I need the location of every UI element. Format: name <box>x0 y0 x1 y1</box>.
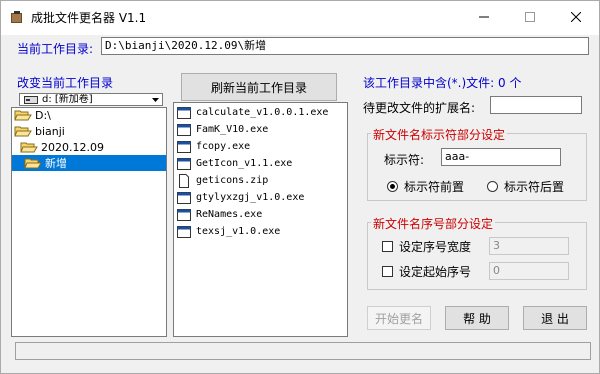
exe-file-icon <box>176 191 192 205</box>
list-item[interactable]: ReNames.exe <box>176 206 262 223</box>
marker-group-title: 新文件名标示符部分设定 <box>371 126 508 143</box>
current-dir-field[interactable]: D:\bianji\2020.12.09\新增 <box>101 37 589 55</box>
minimize-icon <box>479 16 489 18</box>
open-folder-icon <box>24 156 42 170</box>
checkbox-seq-width[interactable]: 设定序号宽度 <box>382 238 471 255</box>
checkbox-seq-start[interactable]: 设定起始序号 <box>382 263 471 280</box>
chevron-down-icon[interactable] <box>148 94 162 105</box>
current-dir-label: 当前工作目录: <box>17 42 94 56</box>
change-dir-label: 改变当前工作目录 <box>17 76 114 90</box>
minimize-button[interactable] <box>461 1 507 33</box>
file-name: texsj_v1.0.exe <box>196 226 281 237</box>
exe-file-icon <box>176 225 192 239</box>
list-item[interactable]: texsj_v1.0.exe <box>176 223 280 240</box>
drive-icon <box>24 96 38 105</box>
file-name: ReNames.exe <box>196 209 263 220</box>
list-item[interactable]: GetIcon_v1.1.exe <box>176 155 292 172</box>
checkbox-label: 设定起始序号 <box>399 265 472 279</box>
list-item[interactable]: fcopy.exe <box>176 138 250 155</box>
ext-input[interactable] <box>490 96 582 114</box>
ext-count-info: 该工作目录中含(*.)文件: 0 个 <box>363 76 522 90</box>
file-name: gtylyxzgj_v1.0.exe <box>196 192 305 203</box>
dir-item-selected[interactable]: 新增 <box>12 155 166 171</box>
app-icon <box>9 10 25 26</box>
dir-item-label: 2020.12.09 <box>41 140 104 154</box>
window-title: 成批文件更名器 V1.1 <box>31 11 147 25</box>
checkbox-icon <box>382 266 393 277</box>
file-name: geticons.zip <box>196 175 269 186</box>
seq-width-input[interactable]: 3 <box>489 237 569 255</box>
title-bar: 成批文件更名器 V1.1 <box>1 1 599 35</box>
maximize-icon <box>525 12 535 22</box>
dir-item-root[interactable]: D:\ <box>14 107 51 123</box>
start-rename-button[interactable]: 开始更名 <box>367 306 431 330</box>
drive-select[interactable]: d: [新加卷] <box>19 93 163 106</box>
list-item[interactable]: FamK_V10.exe <box>176 121 268 138</box>
exe-file-icon <box>176 208 192 222</box>
radio-selected-icon <box>387 181 398 192</box>
checkbox-label: 设定序号宽度 <box>399 240 472 254</box>
marker-input[interactable]: aaa- <box>441 148 561 166</box>
checkbox-icon <box>382 241 393 252</box>
refresh-button[interactable]: 刷新当前工作目录 <box>181 73 337 101</box>
file-name: FamK_V10.exe <box>196 124 269 135</box>
file-name: calculate_v1.0.0.1.exe <box>196 107 329 118</box>
exe-file-icon <box>176 106 192 120</box>
list-item[interactable]: calculate_v1.0.0.1.exe <box>176 104 328 121</box>
radio-marker-back[interactable]: 标示符后置 <box>487 178 564 195</box>
marker-label: 标示符: <box>384 153 425 167</box>
status-bar <box>15 342 591 360</box>
close-button[interactable] <box>553 1 599 33</box>
document-file-icon <box>176 173 192 188</box>
dir-item-label: 新增 <box>45 157 67 170</box>
radio-marker-front[interactable]: 标示符前置 <box>387 178 464 195</box>
file-name: GetIcon_v1.1.exe <box>196 158 293 169</box>
dir-item-label: bianji <box>35 124 65 138</box>
seq-start-input[interactable]: 0 <box>489 262 569 280</box>
radio-label: 标示符前置 <box>404 180 465 194</box>
exe-file-icon <box>176 157 192 171</box>
dir-item-bianji[interactable]: bianji <box>14 123 65 139</box>
exit-button[interactable]: 退 出 <box>523 306 587 330</box>
open-folder-icon <box>20 140 38 154</box>
exe-file-icon <box>176 123 192 137</box>
help-button[interactable]: 帮 助 <box>445 306 509 330</box>
app-window: 成批文件更名器 V1.1 当前工作目录: D:\bianji\2020.12.0… <box>0 0 600 374</box>
dir-item-label: D:\ <box>35 108 51 122</box>
drive-select-value: d: [新加卷] <box>42 94 93 105</box>
maximize-button[interactable] <box>507 1 553 33</box>
file-name: fcopy.exe <box>196 141 251 152</box>
close-icon <box>571 12 581 22</box>
dir-item-date[interactable]: 2020.12.09 <box>20 139 104 155</box>
exe-file-icon <box>176 140 192 154</box>
directory-tree[interactable]: D:\ bianji 2020.12.09 新增 <box>11 107 167 337</box>
radio-label: 标示符后置 <box>504 180 565 194</box>
sequence-group-title: 新文件名序号部分设定 <box>371 215 496 232</box>
list-item[interactable]: gtylyxzgj_v1.0.exe <box>176 189 304 206</box>
file-list[interactable]: calculate_v1.0.0.1.exe FamK_V10.exe fcop… <box>173 102 348 337</box>
radio-unselected-icon <box>487 181 498 192</box>
open-folder-icon <box>14 108 32 122</box>
open-folder-icon <box>14 124 32 138</box>
list-item[interactable]: geticons.zip <box>176 172 268 189</box>
ext-label: 待更改文件的扩展名: <box>363 101 476 115</box>
